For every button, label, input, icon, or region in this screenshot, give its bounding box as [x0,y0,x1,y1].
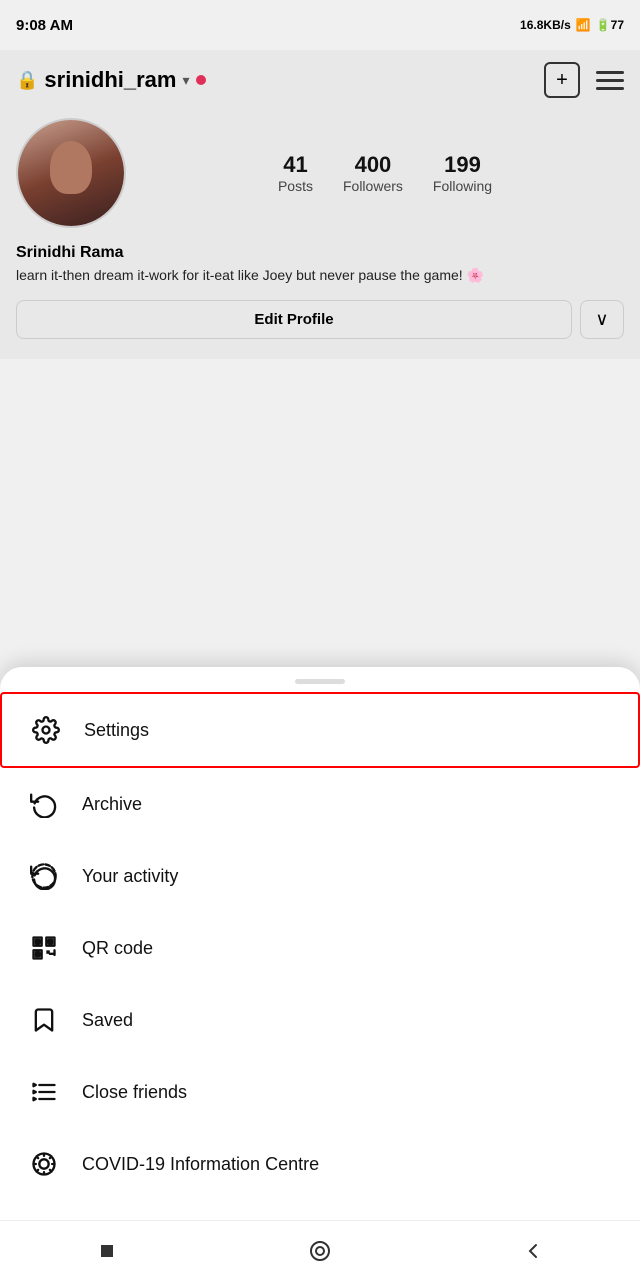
bio-section: Srinidhi Rama learn it-then dream it-wor… [16,244,624,286]
display-name: Srinidhi Rama [16,244,624,262]
signal-icon: 📶 [576,18,591,32]
menu-item-covid[interactable]: COVID-19 Information Centre [0,1128,640,1200]
plus-icon: + [556,69,568,92]
hamburger-line [596,71,624,74]
your-activity-label: Your activity [82,866,178,887]
chevron-down-icon: ∨ [595,309,608,330]
posts-stat[interactable]: 41 Posts [278,152,313,194]
close-friends-icon [28,1076,60,1108]
following-count: 199 [444,152,481,178]
menu-item-archive[interactable]: Archive [0,768,640,840]
covid-label: COVID-19 Information Centre [82,1154,319,1175]
menu-button[interactable] [596,71,624,90]
username-text: srinidhi_ram [44,67,176,93]
hamburger-line [596,79,624,82]
recent-apps-button[interactable] [513,1231,553,1271]
menu-item-saved[interactable]: Saved [0,984,640,1056]
archive-label: Archive [82,794,142,815]
drag-handle [295,679,345,684]
menu-item-settings[interactable]: Settings [0,692,640,768]
menu-item-your-activity[interactable]: Your activity [0,840,640,912]
bio-text: learn it-then dream it-work for it-eat l… [16,266,624,286]
followers-count: 400 [355,152,392,178]
top-nav: 🔒 srinidhi_ram ▾ + [16,62,624,98]
qr-code-label: QR code [82,938,153,959]
avatar[interactable] [16,118,126,228]
saved-label: Saved [82,1010,133,1031]
menu-item-qr-code[interactable]: QR code [0,912,640,984]
qr-code-icon [28,932,60,964]
settings-icon [30,714,62,746]
back-button[interactable] [87,1231,127,1271]
following-stat[interactable]: 199 Following [433,152,492,194]
archive-icon [28,788,60,820]
network-speed: 16.8KB/s [520,18,571,32]
nav-actions: + [544,62,624,98]
sheet-handle [0,667,640,692]
profile-info-row: 41 Posts 400 Followers 199 Following [16,118,624,228]
followers-stat[interactable]: 400 Followers [343,152,403,194]
menu-item-close-friends[interactable]: Close friends [0,1056,640,1128]
saved-icon [28,1004,60,1036]
edit-profile-row: Edit Profile ∨ [16,300,624,339]
activity-icon [28,860,60,892]
posts-label: Posts [278,178,313,194]
settings-label: Settings [84,720,149,741]
following-label: Following [433,178,492,194]
status-time: 9:08 AM [16,17,73,34]
profile-section: 🔒 srinidhi_ram ▾ + 41 Posts [0,50,640,359]
dropdown-chevron-icon: ▾ [182,72,189,89]
posts-count: 41 [283,152,307,178]
stats-row: 41 Posts 400 Followers 199 Following [146,152,624,194]
bottom-sheet-menu: Settings Archive Your activity [0,667,640,1220]
home-button[interactable] [300,1231,340,1271]
expand-button[interactable]: ∨ [580,300,624,339]
close-friends-label: Close friends [82,1082,187,1103]
add-content-button[interactable]: + [544,62,580,98]
followers-label: Followers [343,178,403,194]
covid-icon [28,1148,60,1180]
bottom-nav-bar [0,1220,640,1280]
notification-dot [196,75,206,85]
lock-icon: 🔒 [16,70,38,91]
username-area[interactable]: 🔒 srinidhi_ram ▾ [16,67,206,93]
battery-icon: 🔋77 [596,18,624,32]
status-indicators: 16.8KB/s 📶 🔋77 [520,18,624,32]
status-bar: 9:08 AM 16.8KB/s 📶 🔋77 [0,0,640,50]
edit-profile-button[interactable]: Edit Profile [16,300,572,339]
avatar-image [18,120,124,226]
hamburger-line [596,87,624,90]
